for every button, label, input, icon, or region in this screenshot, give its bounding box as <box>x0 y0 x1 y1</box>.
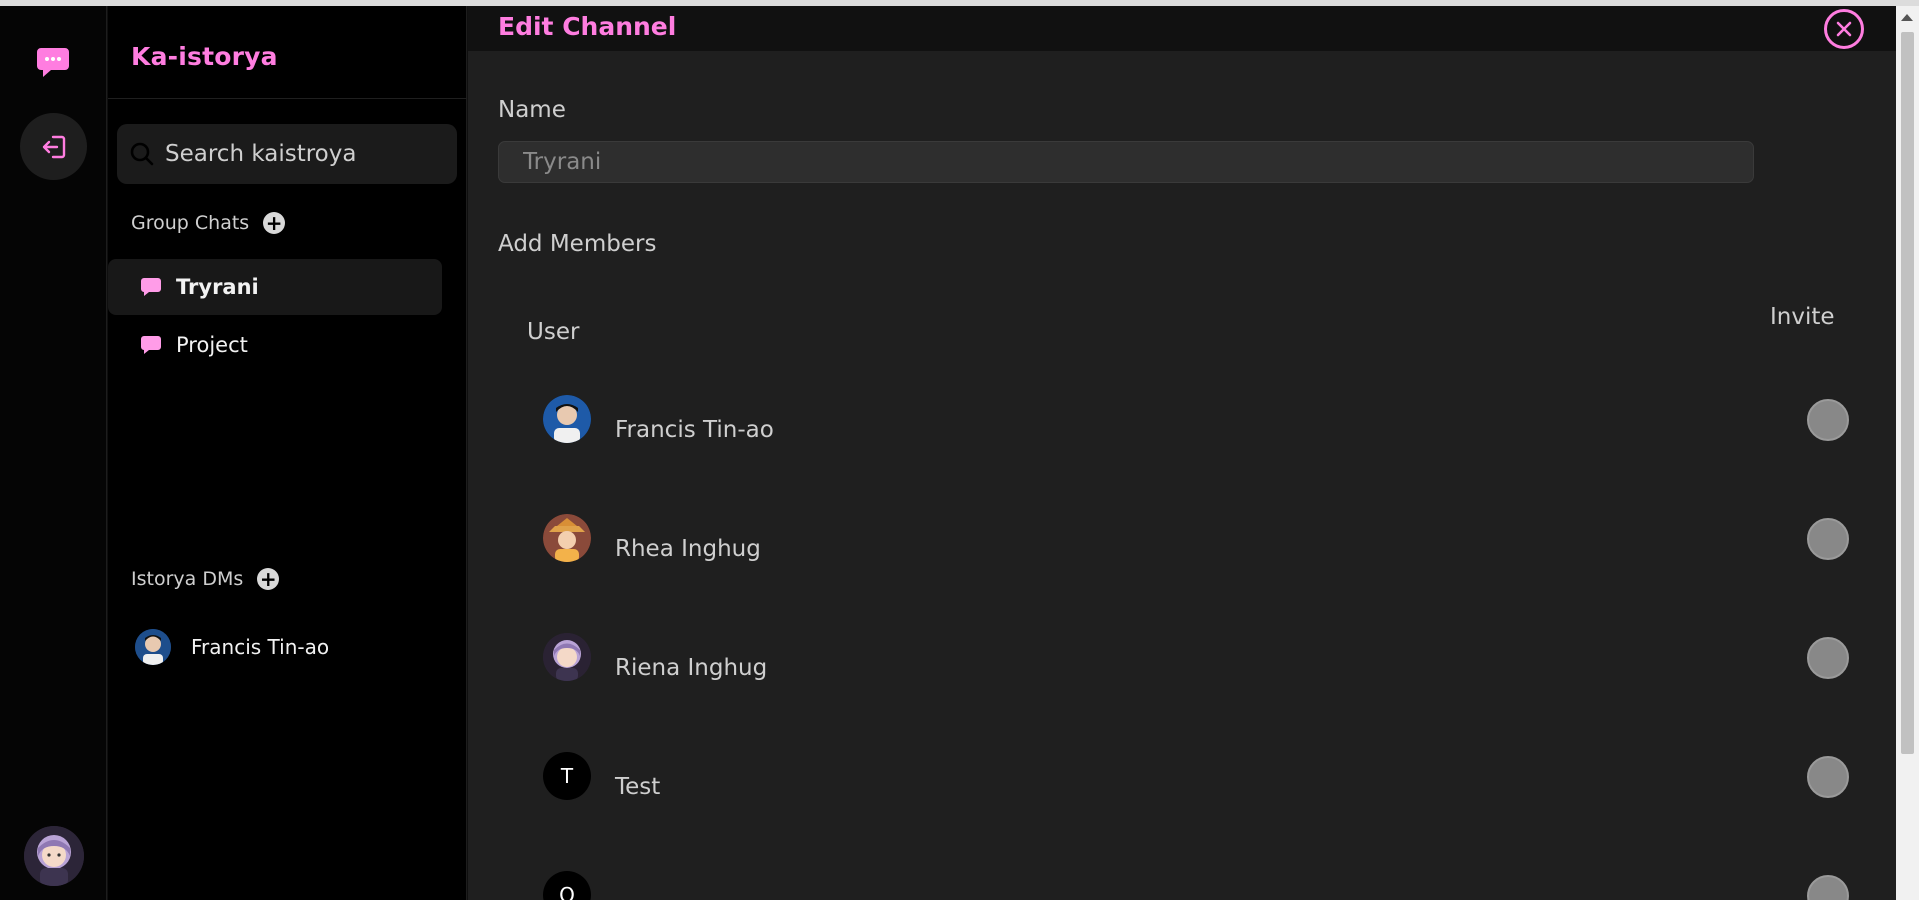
search-input[interactable] <box>165 141 445 167</box>
add-members-label: Add Members <box>498 231 657 257</box>
member-name: Test <box>615 774 661 800</box>
member-row: O <box>543 871 1863 900</box>
avatar <box>543 395 591 443</box>
close-button[interactable] <box>1824 9 1864 49</box>
chat-bubble-icon <box>141 336 161 354</box>
column-header-user: User <box>527 319 580 345</box>
brand-title: Ka-istorya <box>131 42 278 71</box>
page-title: Edit Channel <box>498 12 677 41</box>
dm-item-francis[interactable]: Francis Tin-ao <box>135 629 329 665</box>
member-name: Francis Tin-ao <box>615 417 774 443</box>
dms-label: Istorya DMs <box>131 568 244 590</box>
plus-icon: + <box>259 567 277 591</box>
edit-channel-panel: Edit Channel Name Add Members User Invit… <box>468 6 1896 900</box>
member-name: Riena Inghug <box>615 655 768 681</box>
invite-toggle[interactable] <box>1807 875 1849 900</box>
search-box[interactable] <box>117 124 457 184</box>
member-row: Rhea Inghug <box>543 514 1863 574</box>
channel-name-input[interactable] <box>498 141 1754 183</box>
channel-sidebar: Ka-istorya Group Chats + Tryrani Project… <box>108 6 467 900</box>
member-row: T Test <box>543 752 1863 812</box>
group-chat-item-tryrani[interactable]: Tryrani <box>108 259 442 315</box>
dms-header: Istorya DMs + <box>131 567 280 591</box>
add-dm-button[interactable]: + <box>257 567 280 591</box>
column-header-invite: Invite <box>1770 304 1835 330</box>
icon-rail <box>0 6 107 900</box>
member-row: Riena Inghug <box>543 633 1863 693</box>
panel-header: Edit Channel <box>468 6 1896 51</box>
avatar <box>543 633 591 681</box>
group-chat-label: Tryrani <box>176 275 259 299</box>
search-icon <box>130 142 154 166</box>
scroll-up-arrow-icon[interactable] <box>1901 14 1913 21</box>
avatar-initial: O <box>543 871 591 900</box>
invite-toggle[interactable] <box>1807 637 1849 679</box>
divider <box>108 98 467 99</box>
invite-toggle[interactable] <box>1807 518 1849 560</box>
current-user-avatar[interactable] <box>24 826 84 886</box>
plus-icon: + <box>265 211 283 235</box>
close-icon <box>1836 21 1852 37</box>
name-label: Name <box>498 97 566 123</box>
logout-icon <box>42 135 65 158</box>
member-row: Francis Tin-ao <box>543 395 1863 455</box>
group-chat-label: Project <box>176 333 248 357</box>
logout-button[interactable] <box>20 113 87 180</box>
app-logo-chat-icon[interactable] <box>35 44 71 80</box>
avatar <box>543 514 591 562</box>
chat-bubble-icon <box>141 278 161 296</box>
page-scrollbar[interactable] <box>1896 6 1919 900</box>
avatar-initial: T <box>543 752 591 800</box>
group-chats-label: Group Chats <box>131 212 250 234</box>
invite-toggle[interactable] <box>1807 756 1849 798</box>
invite-toggle[interactable] <box>1807 399 1849 441</box>
group-chats-header: Group Chats + <box>131 211 286 235</box>
scrollbar-thumb[interactable] <box>1901 32 1914 754</box>
add-group-chat-button[interactable]: + <box>263 211 286 235</box>
group-chat-item-project[interactable]: Project <box>108 317 442 373</box>
avatar <box>135 629 171 665</box>
dm-label: Francis Tin-ao <box>191 635 330 659</box>
member-name: Rhea Inghug <box>615 536 761 562</box>
